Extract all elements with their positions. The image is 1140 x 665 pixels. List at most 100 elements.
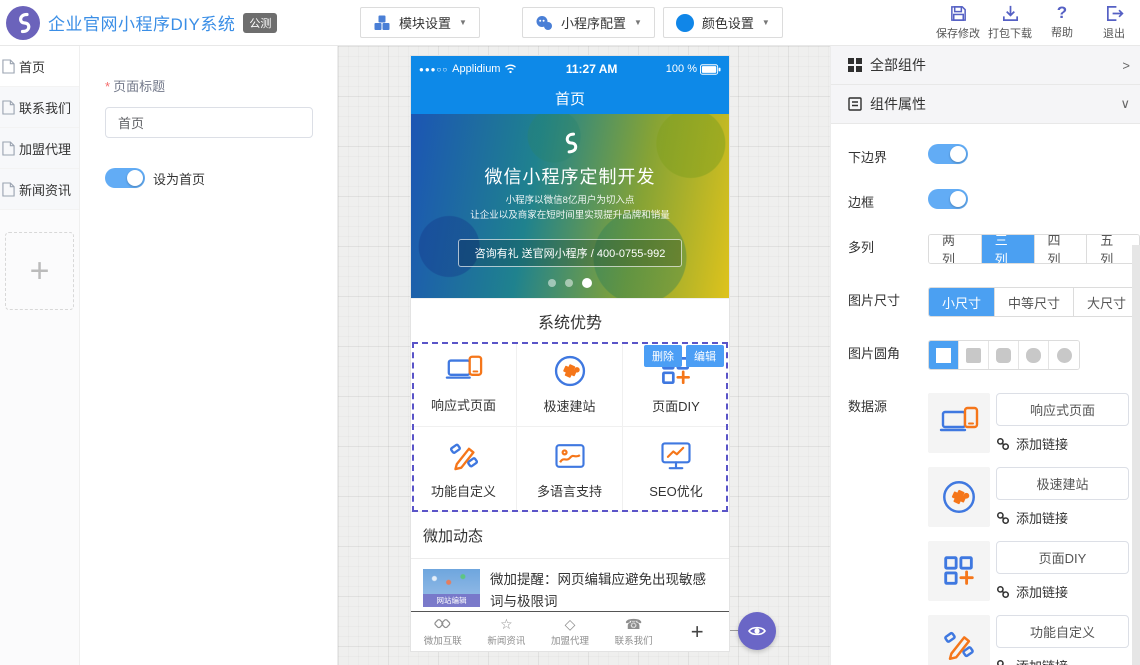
data-source-tile[interactable] <box>928 393 990 453</box>
add-link-button[interactable]: 添加链接 <box>996 434 1129 453</box>
news-list-item[interactable]: 网站编辑 微加提醒：网页编辑应避免出现敏感词与极限词 <box>411 559 729 612</box>
radius-option-1[interactable] <box>959 341 989 369</box>
bottom-border-toggle[interactable] <box>928 144 968 164</box>
all-components-label: 全部组件 <box>870 55 926 75</box>
prop-label: 图片圆角 <box>848 340 928 370</box>
adv-item-seo[interactable]: SEO优化 <box>623 427 729 512</box>
border-toggle[interactable] <box>928 189 968 209</box>
columns-option-2[interactable]: 两列 <box>929 235 982 263</box>
app-title: 企业官网小程序DIY系统 <box>48 10 235 35</box>
adv-item-custom-func[interactable]: 功能自定义 <box>411 427 517 512</box>
preview-eye-button[interactable] <box>738 612 776 650</box>
add-link-label: 添加链接 <box>1016 656 1068 665</box>
page-label: 新闻资讯 <box>19 180 71 199</box>
set-home-toggle[interactable] <box>105 168 145 188</box>
news-thumbnail: 网站编辑 <box>423 569 480 607</box>
tab-label: 加盟代理 <box>551 633 589 647</box>
adv-item-multilang[interactable]: 多语言支持 <box>517 427 623 512</box>
caret-down-icon: ▼ <box>762 18 770 27</box>
component-props-header[interactable]: 组件属性 ∨ <box>831 85 1140 124</box>
dot[interactable] <box>548 279 556 287</box>
tab-contact[interactable]: ☎ 联系我们 <box>602 612 666 651</box>
columns-segmented-control: 两列 三列 四列 五列 <box>928 234 1140 264</box>
sidebar-item-home[interactable]: 首页 <box>0 46 79 87</box>
data-source-tile[interactable] <box>928 615 990 665</box>
image-radius-options <box>928 340 1080 370</box>
columns-option-4[interactable]: 四列 <box>1035 235 1088 263</box>
help-icon: ? <box>1057 4 1067 22</box>
save-icon <box>949 4 968 23</box>
page-title-input[interactable] <box>105 107 313 138</box>
add-page-button[interactable]: + <box>5 232 74 310</box>
responsive-page-icon <box>445 354 483 388</box>
chevron-down-icon: ∨ <box>1120 96 1130 112</box>
tab-add-button[interactable]: + <box>665 612 729 651</box>
all-components-header[interactable]: 全部组件 > <box>831 46 1140 85</box>
data-source-tile[interactable] <box>928 467 990 527</box>
dot[interactable] <box>565 279 573 287</box>
columns-option-3-selected[interactable]: 三列 <box>982 235 1035 263</box>
adv-label: 响应式页面 <box>431 395 496 414</box>
banner-cta-pill[interactable]: 咨询有礼 送官网小程序 / 400-0755-992 <box>458 239 683 267</box>
radius-option-2[interactable] <box>989 341 1019 369</box>
prop-image-size: 图片尺寸 小尺寸 中等尺寸 大尺寸 <box>848 287 1140 317</box>
edit-component-button[interactable]: 编辑 <box>686 345 724 367</box>
caret-down-icon: ▼ <box>634 18 642 27</box>
adv-item-fast-build[interactable]: 极速建站 <box>517 342 623 427</box>
required-mark: * <box>105 79 110 94</box>
adv-item-responsive[interactable]: 响应式页面 <box>411 342 517 427</box>
download-button[interactable]: 打包下载 <box>984 4 1036 41</box>
app-header: 企业官网小程序DIY系统 公测 模块设置 ▼ 小程序配置 <box>0 0 1140 46</box>
data-source-title-input[interactable] <box>996 615 1129 648</box>
size-option-medium[interactable]: 中等尺寸 <box>995 288 1074 316</box>
prop-label: 图片尺寸 <box>848 287 928 317</box>
brand: 企业官网小程序DIY系统 公测 <box>0 6 360 40</box>
help-button[interactable]: ? 帮助 <box>1036 4 1088 40</box>
size-option-large[interactable]: 大尺寸 <box>1074 288 1139 316</box>
radius-option-3[interactable] <box>1019 341 1049 369</box>
news-item-title: 微加提醒：网页编辑应避免出现敏感词与极限词 <box>490 569 717 612</box>
adv-label: 多语言支持 <box>537 481 602 500</box>
add-link-button[interactable]: 添加链接 <box>996 508 1129 527</box>
inspector-panel: 全部组件 > 组件属性 ∨ 下边界 边框 <box>830 46 1140 665</box>
star-icon: ☆ <box>500 617 513 632</box>
telephone-icon: ☎ <box>625 617 642 632</box>
radius-option-circle[interactable] <box>1049 341 1079 369</box>
props-form: 下边界 边框 多列 两列 三列 四列 五列 图片 <box>831 124 1140 665</box>
multilanguage-icon <box>552 438 588 474</box>
delete-component-button[interactable]: 删除 <box>644 345 682 367</box>
chevron-right-icon: > <box>1122 58 1130 73</box>
page-label: 加盟代理 <box>19 139 71 158</box>
page-icon <box>2 59 15 74</box>
data-source-tile[interactable] <box>928 541 990 601</box>
data-source-title-input[interactable] <box>996 541 1129 574</box>
data-source-row: 添加链接 <box>928 393 1129 453</box>
sidebar-item-news[interactable]: 新闻资讯 <box>0 169 79 210</box>
add-link-button[interactable]: 添加链接 <box>996 656 1129 665</box>
advantages-grid-component[interactable]: 响应式页面 极速建站 <box>411 342 729 512</box>
save-button[interactable]: 保存修改 <box>932 4 984 41</box>
add-link-button[interactable]: 添加链接 <box>996 582 1129 601</box>
size-option-small-selected[interactable]: 小尺寸 <box>929 288 995 316</box>
banner-slide[interactable]: 微信小程序定制开发 小程序以微信8亿用户为切入点 让企业以及商家在短时间里实现提… <box>411 114 729 298</box>
radius-option-square-selected[interactable] <box>929 341 959 369</box>
download-label: 打包下载 <box>988 25 1032 41</box>
tab-agent[interactable]: ◇ 加盟代理 <box>538 612 602 651</box>
seo-icon <box>658 438 694 474</box>
data-source-title-input[interactable] <box>996 393 1129 426</box>
inspector-scrollbar[interactable] <box>1132 245 1140 665</box>
dot-active[interactable] <box>582 278 592 288</box>
weijia-tab-icon <box>433 617 452 632</box>
prop-border: 边框 <box>848 189 1140 211</box>
tab-news[interactable]: ☆ 新闻资讯 <box>475 612 539 651</box>
sidebar-item-agent[interactable]: 加盟代理 <box>0 128 79 169</box>
tab-weijia[interactable]: 微加互联 <box>411 612 475 651</box>
data-source-title-input[interactable] <box>996 467 1129 500</box>
sidebar-item-contact[interactable]: 联系我们 <box>0 87 79 128</box>
color-settings-menu[interactable]: 颜色设置 ▼ <box>663 7 783 38</box>
module-settings-menu[interactable]: 模块设置 ▼ <box>360 7 480 38</box>
miniprogram-config-menu[interactable]: 小程序配置 ▼ <box>522 7 655 38</box>
banner-logo-icon <box>555 128 585 158</box>
eye-icon <box>747 621 767 641</box>
exit-button[interactable]: 退出 <box>1088 4 1140 41</box>
